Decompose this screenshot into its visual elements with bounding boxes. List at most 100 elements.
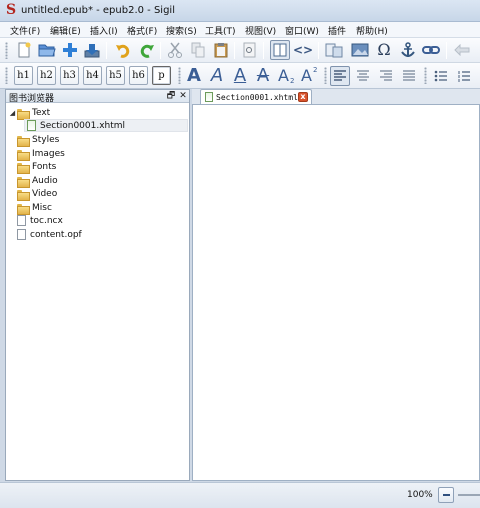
subscript-digit: 2 [290, 77, 295, 85]
paragraph-button[interactable]: p [152, 66, 171, 85]
editor-area: Section0001.xhtml x [192, 89, 480, 481]
toolbar-grip[interactable] [324, 67, 327, 84]
tree-label: Images [32, 148, 65, 159]
tree-label: Text [32, 107, 51, 118]
undo-icon[interactable] [113, 40, 133, 60]
heading-h3-button[interactable]: h3 [60, 66, 79, 85]
subscript-glyph: A [278, 66, 289, 85]
tree-label: Section0001.xhtml [40, 120, 126, 131]
align-justify-icon[interactable] [399, 66, 419, 86]
zoom-out-button[interactable] [438, 487, 454, 503]
menu-window[interactable]: 窗口(W) [285, 24, 319, 37]
tab-section0001[interactable]: Section0001.xhtml x [200, 89, 312, 104]
tree-file-toc[interactable]: toc.ncx [15, 214, 63, 227]
menu-view[interactable]: 视图(V) [245, 24, 276, 37]
tree-folder-images[interactable]: Images [17, 147, 65, 161]
cut-icon[interactable] [165, 40, 185, 60]
xhtml-file-icon [27, 120, 36, 131]
align-left-icon[interactable] [330, 66, 350, 86]
book-browser-title: 图书浏览器 [9, 94, 55, 104]
find-icon[interactable] [240, 40, 260, 60]
close-tab-icon[interactable]: x [298, 92, 308, 102]
back-icon[interactable] [452, 40, 472, 60]
heading-h5-button[interactable]: h5 [106, 66, 125, 85]
menu-plugins[interactable]: 插件 [328, 24, 346, 37]
book-view-editor[interactable] [192, 104, 480, 481]
open-folder-icon[interactable] [37, 40, 57, 60]
toolbar-grip[interactable] [178, 67, 181, 84]
superscript-glyph: A [301, 66, 312, 85]
tree-folder-text[interactable]: ◢ Text [8, 106, 51, 120]
menu-edit[interactable]: 编辑(E) [50, 24, 81, 37]
insert-image-icon[interactable] [350, 40, 370, 60]
tree-label: Video [32, 188, 58, 199]
superscript-icon[interactable]: A 2 [299, 65, 319, 87]
main-toolbar: <> Ω [0, 38, 480, 63]
xhtml-file-icon [205, 92, 213, 102]
zoom-slider[interactable] [458, 494, 480, 496]
folder-icon [17, 135, 30, 147]
menu-search[interactable]: 搜索(S) [166, 24, 197, 37]
menu-help[interactable]: 帮助(H) [356, 24, 388, 37]
heading-h2-button[interactable]: h2 [37, 66, 56, 85]
menu-file[interactable]: 文件(F) [10, 24, 40, 37]
toolbar-grip[interactable] [5, 67, 8, 84]
menu-tools[interactable]: 工具(T) [205, 24, 236, 37]
folder-icon [17, 162, 30, 174]
zoom-level: 100% [407, 490, 433, 500]
book-view-icon[interactable] [270, 40, 290, 60]
title-bar: S untitled.epub* - epub2.0 - Sigil [0, 0, 480, 22]
tab-label: Section0001.xhtml [216, 92, 298, 102]
float-panel-icon[interactable]: 🗗 [166, 91, 176, 101]
italic-icon[interactable]: A [207, 65, 227, 87]
folder-icon [17, 203, 30, 215]
close-panel-icon[interactable]: ✕ [178, 91, 188, 101]
menu-format[interactable]: 格式(F) [127, 24, 157, 37]
tree-label: Styles [32, 134, 60, 145]
toolbar-grip[interactable] [424, 67, 427, 84]
tree-file-section0001[interactable]: Section0001.xhtml [24, 119, 188, 132]
heading-h4-button[interactable]: h4 [83, 66, 102, 85]
link-icon[interactable] [421, 40, 441, 60]
heading-h1-button[interactable]: h1 [14, 66, 33, 85]
bullet-list-icon[interactable] [431, 66, 451, 86]
tree-folder-fonts[interactable]: Fonts [17, 160, 56, 174]
tree-folder-video[interactable]: Video [17, 187, 58, 201]
format-toolbar: h1 h2 h3 h4 h5 h6 p A A A A A 2 A 2 [0, 63, 480, 89]
tree-folder-misc[interactable]: Misc [17, 201, 52, 215]
redo-icon[interactable] [137, 40, 157, 60]
bold-icon[interactable]: A [184, 65, 204, 87]
superscript-digit: 2 [313, 66, 318, 74]
menu-insert[interactable]: 插入(I) [90, 24, 118, 37]
tree-label: Audio [32, 175, 58, 186]
add-icon[interactable] [60, 40, 80, 60]
status-bar: 100% [0, 482, 480, 508]
tree-file-content-opf[interactable]: content.opf [15, 228, 82, 241]
heading-h6-button[interactable]: h6 [129, 66, 148, 85]
code-view-icon[interactable]: <> [293, 40, 313, 60]
copy-icon[interactable] [188, 40, 208, 60]
new-file-icon[interactable] [14, 40, 34, 60]
book-browser-panel: 图书浏览器 🗗 ✕ ◢ Text Section0001.xhtml Style… [5, 89, 190, 481]
folder-icon [17, 149, 30, 161]
paste-icon[interactable] [211, 40, 231, 60]
align-center-icon[interactable] [353, 66, 373, 86]
expanded-arrow-icon[interactable]: ◢ [8, 109, 17, 117]
save-icon[interactable] [82, 40, 102, 60]
align-right-icon[interactable] [376, 66, 396, 86]
metadata-icon[interactable] [324, 40, 344, 60]
menu-bar: 文件(F) 编辑(E) 插入(I) 格式(F) 搜索(S) 工具(T) 视图(V… [0, 22, 480, 38]
numbered-list-icon[interactable] [454, 66, 474, 86]
special-character-icon[interactable]: Ω [374, 39, 394, 59]
strikethrough-icon[interactable]: A [253, 65, 273, 87]
underline-icon[interactable]: A [230, 65, 250, 87]
folder-icon [17, 189, 30, 201]
subscript-icon[interactable]: A 2 [276, 65, 296, 87]
tree-label: Misc [32, 202, 52, 213]
tree-folder-audio[interactable]: Audio [17, 174, 58, 188]
tree-label: content.opf [30, 229, 82, 240]
toolbar-grip[interactable] [5, 42, 8, 59]
book-browser-header: 图书浏览器 🗗 ✕ [6, 90, 189, 104]
tree-folder-styles[interactable]: Styles [17, 133, 60, 147]
anchor-icon[interactable] [398, 40, 418, 60]
